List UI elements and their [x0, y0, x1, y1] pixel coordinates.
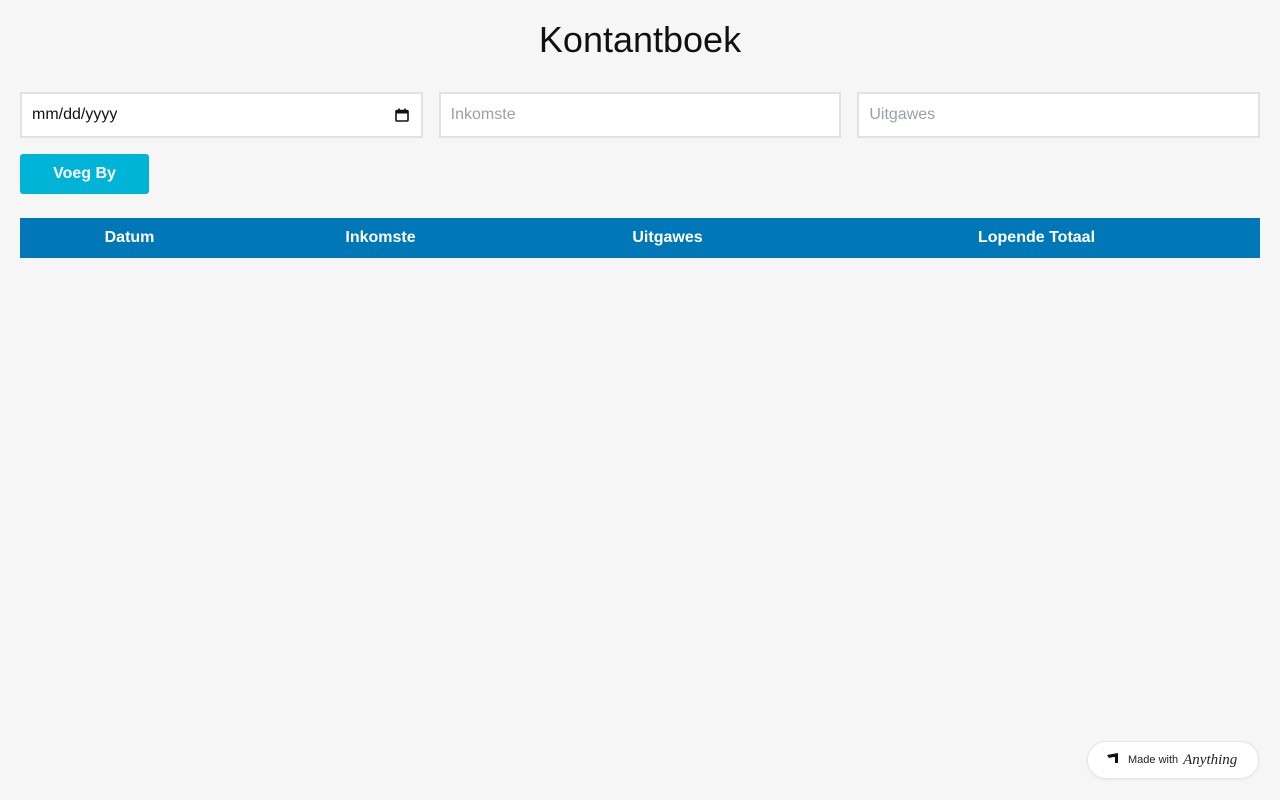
date-field[interactable]: mm/dd/yyyy: [20, 92, 423, 138]
add-button[interactable]: Voeg By: [20, 154, 149, 194]
anything-logo-icon: [1106, 751, 1120, 769]
page: Kontantboek mm/dd/yyyy Voeg By Datum: [0, 0, 1280, 800]
page-title: Kontantboek: [538, 19, 742, 60]
column-header-expenses: Uitgawes: [522, 218, 813, 258]
badge-text: Made with: [1128, 754, 1179, 766]
income-input[interactable]: [450, 106, 830, 124]
table-header-row: Datum Inkomste Uitgawes Lopende Totaal: [20, 218, 1260, 258]
column-header-date: Datum: [20, 218, 239, 258]
made-with-badge[interactable]: Made with Anything: [1087, 741, 1259, 779]
badge-brand: Anything: [1183, 751, 1238, 768]
date-input[interactable]: mm/dd/yyyy: [32, 106, 395, 124]
column-header-running-total: Lopende Totaal: [813, 218, 1260, 258]
cashbook-table: Datum Inkomste Uitgawes Lopende Totaal: [20, 218, 1260, 258]
calendar-icon[interactable]: [394, 108, 409, 122]
expense-field[interactable]: [857, 92, 1261, 138]
income-field[interactable]: [438, 92, 842, 138]
entry-form: mm/dd/yyyy: [20, 92, 1261, 138]
expense-input[interactable]: [869, 106, 1249, 124]
column-header-income: Inkomste: [239, 218, 522, 258]
